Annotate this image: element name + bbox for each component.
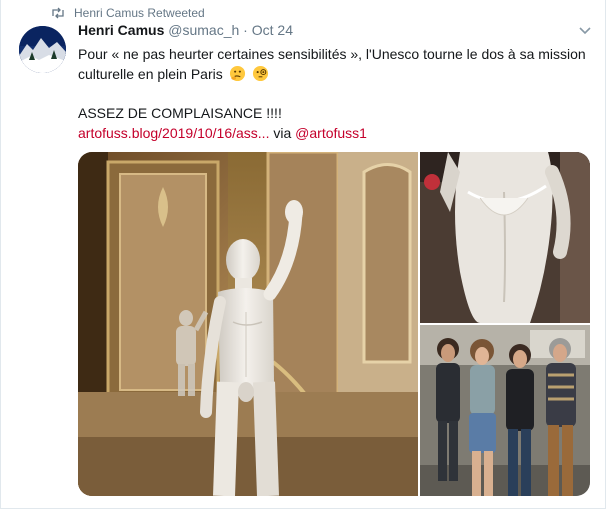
retweet-label[interactable]: Henri Camus Retweeted (74, 6, 205, 20)
author-name[interactable]: Henri Camus (78, 22, 164, 38)
visitors-group-photo[interactable] (420, 325, 590, 496)
retweet-context: Henri Camus Retweeted (51, 5, 205, 21)
tweet-header: Henri Camus @sumac_h · Oct 24 (78, 22, 293, 38)
tweet-date[interactable]: Oct 24 (252, 22, 293, 38)
avatar[interactable] (19, 26, 66, 73)
tweet-body: Pour « ne pas heurter certaines sensibil… (78, 46, 586, 82)
statue-back-photo[interactable] (420, 152, 590, 323)
retweet-icon (52, 7, 64, 19)
via-label: via (273, 125, 292, 141)
media-grid (78, 152, 590, 496)
statue-photo[interactable] (78, 152, 418, 496)
mention-link[interactable]: @artofuss1 (295, 125, 367, 141)
face-with-monocle-icon (252, 65, 268, 82)
article-link[interactable]: artofuss.blog/2019/10/16/ass... (78, 125, 269, 141)
tweet-link-line: artofuss.blog/2019/10/16/ass... via @art… (78, 125, 367, 141)
tweet-text: Pour « ne pas heurter certaines sensibil… (78, 44, 588, 84)
chevron-down-icon[interactable] (578, 26, 592, 36)
author-handle[interactable]: @sumac_h (168, 22, 239, 38)
tweet-line-2: ASSEZ DE COMPLAISANCE !!!! (78, 105, 282, 121)
thinking-face-icon (229, 65, 245, 82)
separator: · (243, 22, 248, 38)
